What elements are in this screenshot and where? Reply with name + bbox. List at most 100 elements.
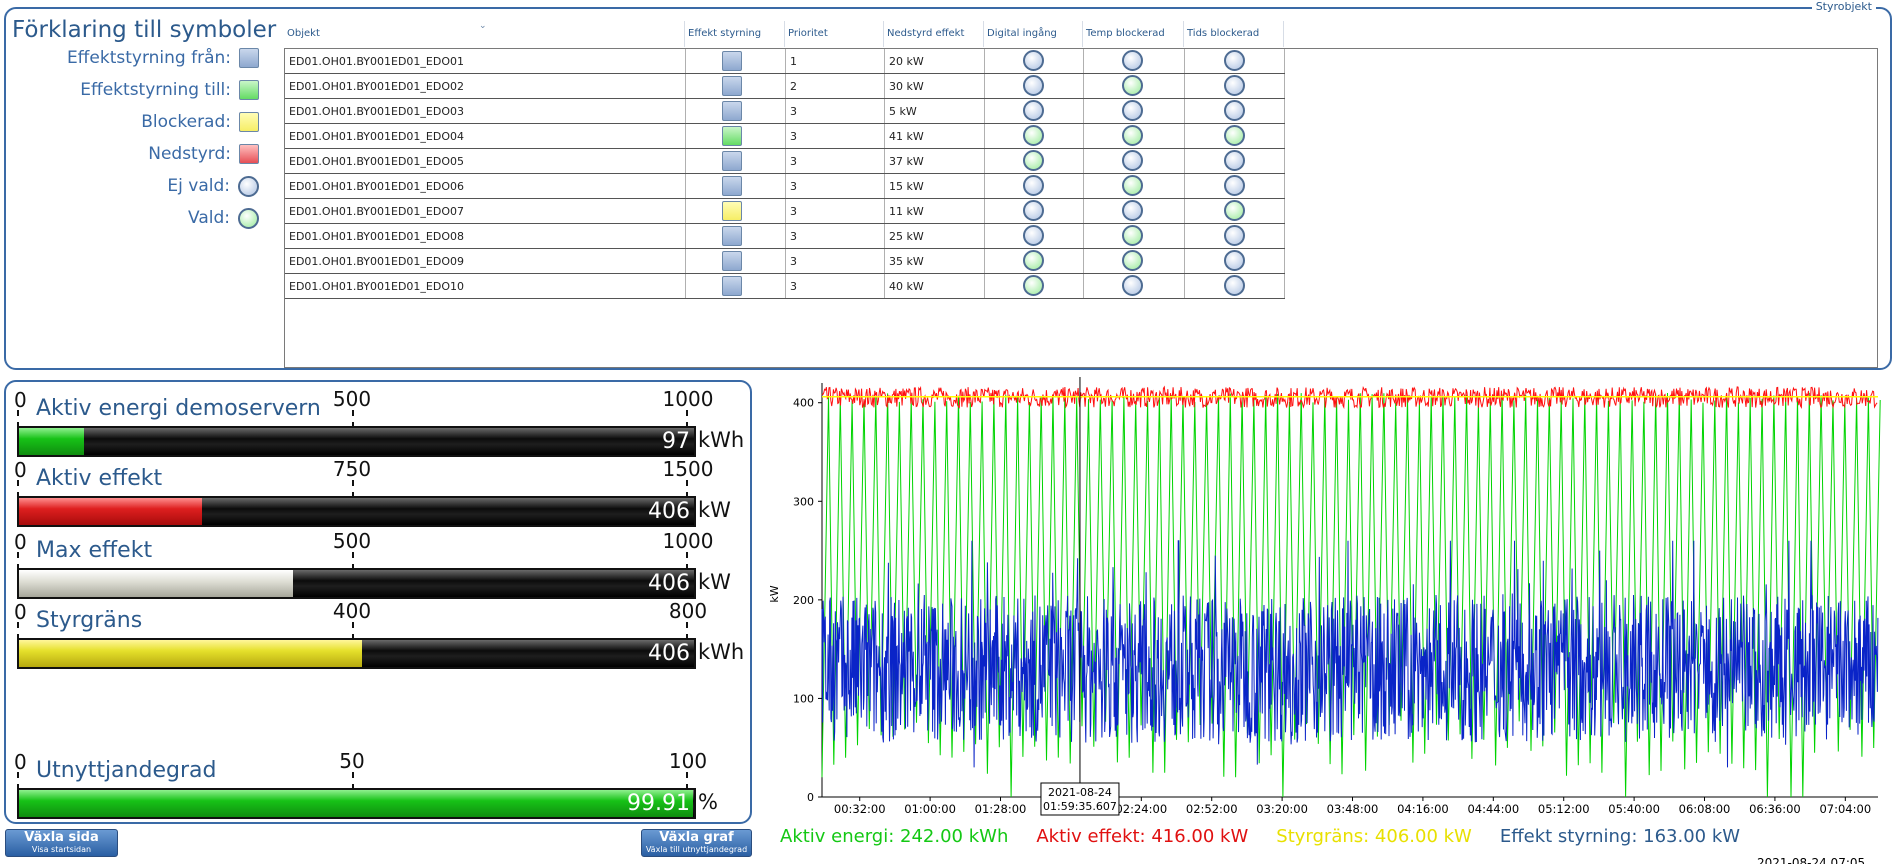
- column-header-5[interactable]: Temp blockerad: [1083, 21, 1184, 47]
- green-circle-icon[interactable]: [1023, 275, 1044, 296]
- digital-cell: [985, 124, 1084, 148]
- vaxla-sida-button[interactable]: Växla sida Visa startsidan: [5, 829, 118, 857]
- table-row[interactable]: ED01.OH01.BY001ED01_EDO06 3 15 kW: [285, 174, 1285, 199]
- legend-item-4: Ej vald:: [6, 174, 259, 198]
- prioritet-cell: 3: [786, 249, 885, 273]
- digital-cell: [985, 99, 1084, 123]
- x-tick-label: 04:44:00: [1467, 802, 1519, 816]
- legend-readout-1: Aktiv effekt: 416.00 kW: [1036, 826, 1249, 847]
- gauge-value: 97: [662, 429, 690, 454]
- effekt-styrning-cell: [686, 249, 786, 273]
- blue-circle-icon[interactable]: [1122, 150, 1143, 171]
- column-header-3[interactable]: Nedstyrd effekt: [884, 21, 984, 47]
- green-circle-icon[interactable]: [1023, 150, 1044, 171]
- y-tick-label: 400: [793, 397, 814, 410]
- temp-cell: [1084, 99, 1185, 123]
- y-tick-label: 200: [793, 594, 814, 607]
- table-row[interactable]: ED01.OH01.BY001ED01_EDO09 3 35 kW: [285, 249, 1285, 274]
- green-circle-icon[interactable]: [1122, 125, 1143, 146]
- nedstyrd-effekt-cell: 15 kW: [885, 174, 985, 198]
- green-circle-icon[interactable]: [1122, 250, 1143, 271]
- blue-circle-icon[interactable]: [1224, 225, 1245, 246]
- gauge-mid-label: 500: [332, 529, 372, 553]
- x-tick-label: 06:36:00: [1749, 802, 1801, 816]
- objekt-cell: ED01.OH01.BY001ED01_EDO04: [285, 124, 686, 148]
- blue-circle-icon[interactable]: [1023, 175, 1044, 196]
- blue-circle-icon[interactable]: [1122, 200, 1143, 221]
- power-chart[interactable]: 0 100 200 300 400 kW 00:32:00 01:00:00 01:28:00 0…: [760, 375, 1890, 820]
- objekt-cell: ED01.OH01.BY001ED01_EDO03: [285, 99, 686, 123]
- table-row[interactable]: ED01.OH01.BY001ED01_EDO08 3 25 kW: [285, 224, 1285, 249]
- table-row[interactable]: ED01.OH01.BY001ED01_EDO05 3 37 kW: [285, 149, 1285, 174]
- digital-cell: [985, 49, 1084, 73]
- column-header-4[interactable]: Digital ingång: [984, 21, 1083, 47]
- corner-timestamp: 2021-08-24 07:05: [1757, 856, 1866, 864]
- gauge-1: 0 Aktiv effekt 750 1500 406 kW: [6, 457, 754, 527]
- blue-circle-icon[interactable]: [1023, 225, 1044, 246]
- green-circle-icon[interactable]: [1122, 175, 1143, 196]
- legend-label: Vald:: [188, 208, 230, 228]
- blue-square-icon: [722, 276, 742, 296]
- column-header-1[interactable]: Effekt styrning: [685, 21, 785, 47]
- effekt-styrning-cell: [686, 174, 786, 198]
- panel-title: Styrobjekt: [1811, 0, 1876, 13]
- table-row[interactable]: ED01.OH01.BY001ED01_EDO04 3 41 kW: [285, 124, 1285, 149]
- yellow-square-icon: [239, 112, 259, 132]
- x-tick-label: 05:12:00: [1538, 802, 1590, 816]
- table-row[interactable]: ED01.OH01.BY001ED01_EDO01 1 20 kW: [285, 49, 1285, 74]
- green-circle-icon[interactable]: [1023, 125, 1044, 146]
- table-row[interactable]: ED01.OH01.BY001ED01_EDO07 3 11 kW: [285, 199, 1285, 224]
- green-circle-icon[interactable]: [1224, 125, 1245, 146]
- gauge-bar: 99.91: [17, 788, 696, 819]
- blue-circle-icon[interactable]: [1224, 250, 1245, 271]
- blue-circle-icon[interactable]: [1122, 275, 1143, 296]
- objekt-cell: ED01.OH01.BY001ED01_EDO09: [285, 249, 686, 273]
- blue-circle-icon[interactable]: [1224, 100, 1245, 121]
- gauge-min-label: 0: [14, 750, 27, 774]
- prioritet-cell: 3: [786, 99, 885, 123]
- legend-item-5: Vald:: [6, 206, 259, 230]
- legend-item-3: Nedstyrd:: [6, 142, 259, 166]
- gauge-title: Max effekt: [36, 538, 153, 563]
- objekt-cell: ED01.OH01.BY001ED01_EDO07: [285, 199, 686, 223]
- tids-cell: [1185, 224, 1285, 248]
- blue-circle-icon[interactable]: [1023, 75, 1044, 96]
- chevron-down-icon[interactable]: ⌄: [479, 21, 487, 31]
- table-row[interactable]: ED01.OH01.BY001ED01_EDO02 2 30 kW: [285, 74, 1285, 99]
- vaxla-graf-sublabel: Växla till utnyttjandegrad: [645, 845, 748, 854]
- column-header-6[interactable]: Tids blockerad: [1184, 21, 1284, 47]
- prioritet-cell: 3: [786, 224, 885, 248]
- green-circle-icon[interactable]: [1122, 225, 1143, 246]
- blue-circle-icon[interactable]: [1224, 50, 1245, 71]
- blue-circle-icon[interactable]: [1224, 175, 1245, 196]
- blue-circle-icon[interactable]: [1224, 150, 1245, 171]
- table-row[interactable]: ED01.OH01.BY001ED01_EDO03 3 5 kW: [285, 99, 1285, 124]
- green-circle-icon[interactable]: [1224, 200, 1245, 221]
- objects-table[interactable]: Objekt Effekt styrning Prioritet Nedstyrd e…: [284, 21, 1878, 368]
- blue-circle-icon[interactable]: [1224, 75, 1245, 96]
- vaxla-graf-button[interactable]: Växla graf Växla till utnyttjandegrad: [641, 829, 752, 857]
- y-axis-label: kW: [768, 585, 781, 602]
- blue-circle-icon[interactable]: [1023, 200, 1044, 221]
- blue-circle-icon[interactable]: [1122, 100, 1143, 121]
- gauge-unit: kWh: [698, 428, 745, 452]
- nedstyrd-effekt-cell: 40 kW: [885, 274, 985, 298]
- table-body[interactable]: ED01.OH01.BY001ED01_EDO01 1 20 kW ED01.OH01…: [284, 48, 1878, 368]
- column-header-2[interactable]: Prioritet: [785, 21, 884, 47]
- prioritet-cell: 3: [786, 174, 885, 198]
- effekt-styrning-cell: [686, 274, 786, 298]
- table-row[interactable]: ED01.OH01.BY001ED01_EDO10 3 40 kW: [285, 274, 1285, 299]
- nedstyrd-effekt-cell: 30 kW: [885, 74, 985, 98]
- legend-item-0: Effektstyrning från:: [6, 46, 259, 70]
- blue-circle-icon[interactable]: [1224, 275, 1245, 296]
- gauge-title: Aktiv effekt: [36, 466, 163, 491]
- gauge-4: 0 Utnyttjandegrad 50 100 99.91%: [6, 749, 754, 819]
- blue-circle-icon[interactable]: [1122, 50, 1143, 71]
- digital-cell: [985, 224, 1084, 248]
- green-circle-icon[interactable]: [1023, 250, 1044, 271]
- objekt-cell: ED01.OH01.BY001ED01_EDO01: [285, 49, 686, 73]
- blue-circle-icon[interactable]: [1023, 50, 1044, 71]
- blue-circle-icon[interactable]: [1023, 100, 1044, 121]
- green-circle-icon[interactable]: [1122, 75, 1143, 96]
- gauge-unit: kWh: [698, 640, 745, 664]
